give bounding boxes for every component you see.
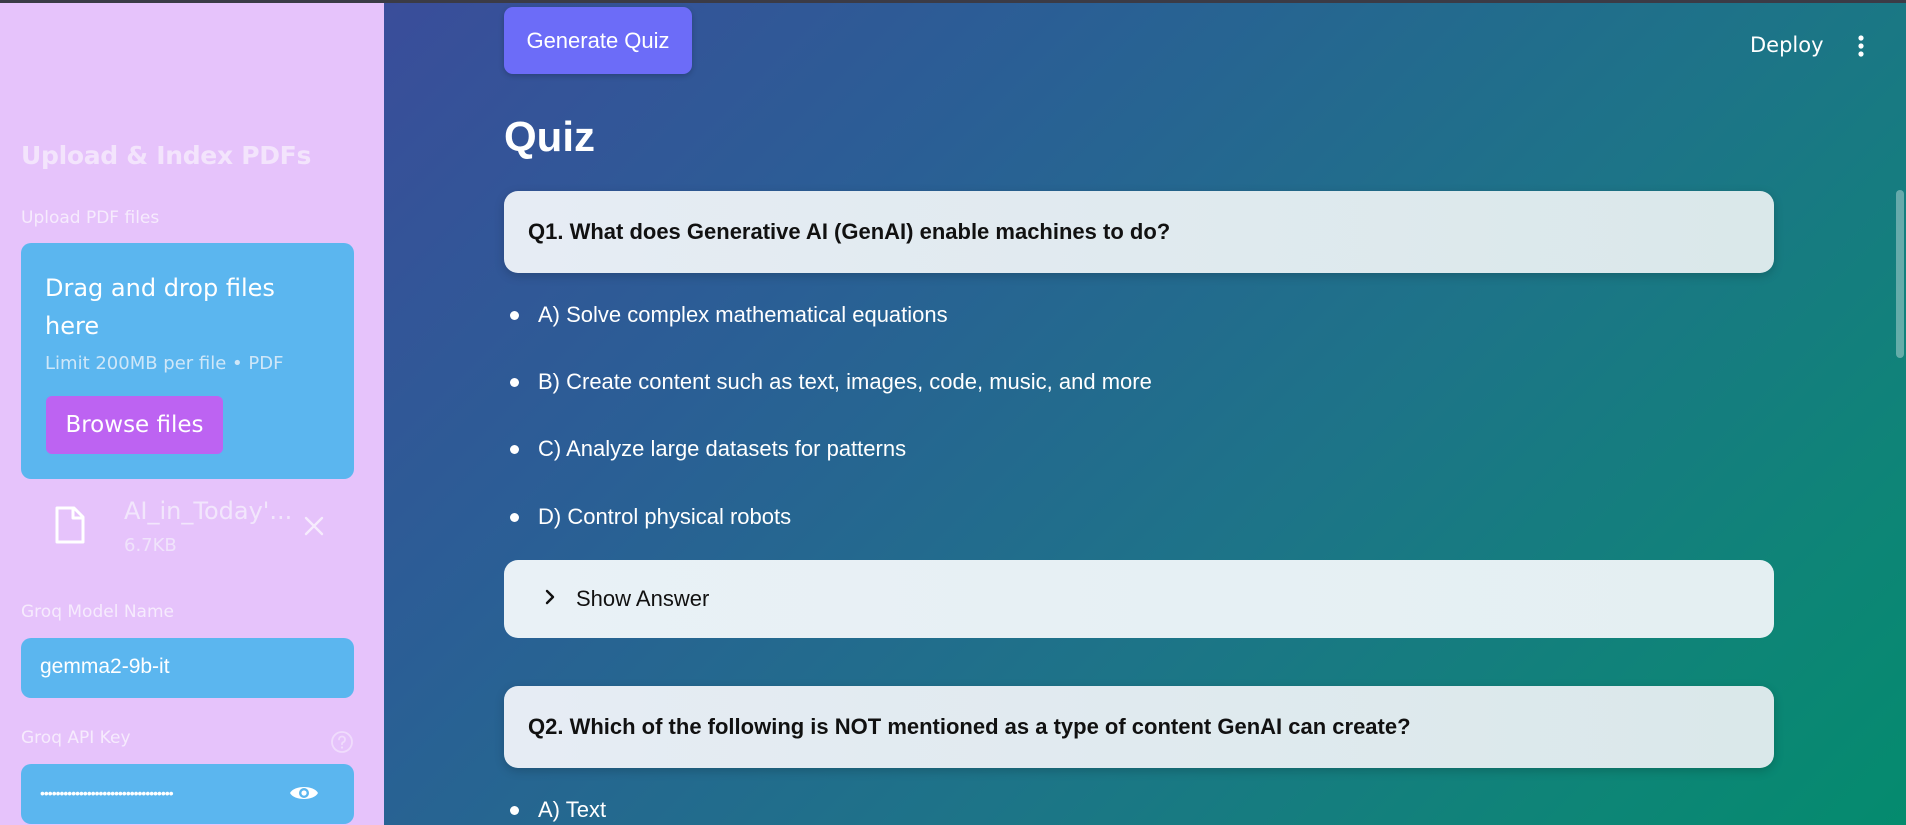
chevron-right-icon xyxy=(544,588,556,611)
model-name-label: Groq Model Name xyxy=(21,602,174,622)
list-item: A) Text xyxy=(504,797,606,823)
more-options-icon[interactable] xyxy=(1857,34,1865,63)
question-card: Q1. What does Generative AI (GenAI) enab… xyxy=(504,191,1774,273)
list-item: A) Solve complex mathematical equations xyxy=(504,302,948,328)
list-item: C) Analyze large datasets for patterns xyxy=(504,436,906,462)
api-key-value: •••••••••••••••••••••••••••••••••• xyxy=(40,785,174,801)
option-text: A) Text xyxy=(538,797,607,822)
scrollbar[interactable] xyxy=(1896,190,1904,358)
option-text: D) Control physical robots xyxy=(538,504,792,529)
eye-icon[interactable] xyxy=(289,782,319,809)
sidebar-title: Upload & Index PDFs xyxy=(21,141,312,170)
file-name: AI_in_Today'... xyxy=(124,497,293,525)
help-icon[interactable] xyxy=(330,730,354,759)
dropzone-title: Drag and drop files here xyxy=(45,274,275,340)
show-answer-expander[interactable]: Show Answer xyxy=(504,560,1774,638)
browse-files-button[interactable]: Browse files xyxy=(46,396,223,454)
bullet-icon xyxy=(510,512,519,522)
api-key-input[interactable]: •••••••••••••••••••••••••••••••••• xyxy=(21,764,354,824)
list-item: D) Control physical robots xyxy=(504,504,791,530)
question-card: Q2. Which of the following is NOT mentio… xyxy=(504,686,1774,768)
file-size: 6.7KB xyxy=(124,535,177,556)
window-top-border xyxy=(0,0,1906,3)
question-text: Q1. What does Generative AI (GenAI) enab… xyxy=(528,219,1171,244)
upload-label: Upload PDF files xyxy=(21,208,160,228)
file-icon xyxy=(54,505,86,550)
uploaded-file: AI_in_Today'... 6.7KB xyxy=(21,495,354,565)
option-text: A) Solve complex mathematical equations xyxy=(538,302,948,327)
bullet-icon xyxy=(510,377,519,387)
bullet-icon xyxy=(510,444,519,454)
show-answer-label: Show Answer xyxy=(576,586,710,611)
api-key-label: Groq API Key xyxy=(21,728,131,748)
model-name-input[interactable]: gemma2-9b-it xyxy=(21,638,354,698)
bullet-icon xyxy=(510,805,519,815)
model-name-value: gemma2-9b-it xyxy=(40,655,170,678)
main-content: Generate Quiz Deploy Quiz Q1. What does … xyxy=(384,0,1906,825)
question-text: Q2. Which of the following is NOT mentio… xyxy=(528,714,1411,739)
list-item: B) Create content such as text, images, … xyxy=(504,369,1152,395)
dropzone-limit: Limit 200MB per file • PDF xyxy=(45,353,284,374)
generate-quiz-button[interactable]: Generate Quiz xyxy=(504,7,692,74)
remove-file-icon[interactable] xyxy=(303,515,325,542)
option-text: C) Analyze large datasets for patterns xyxy=(538,436,907,461)
sidebar: Upload & Index PDFs Upload PDF files Dra… xyxy=(0,0,384,825)
bullet-icon xyxy=(510,310,519,320)
option-text: B) Create content such as text, images, … xyxy=(538,369,1152,394)
deploy-button[interactable]: Deploy xyxy=(1750,33,1824,57)
page-title: Quiz xyxy=(504,113,595,160)
file-dropzone[interactable]: Drag and drop files here Limit 200MB per… xyxy=(21,243,354,479)
